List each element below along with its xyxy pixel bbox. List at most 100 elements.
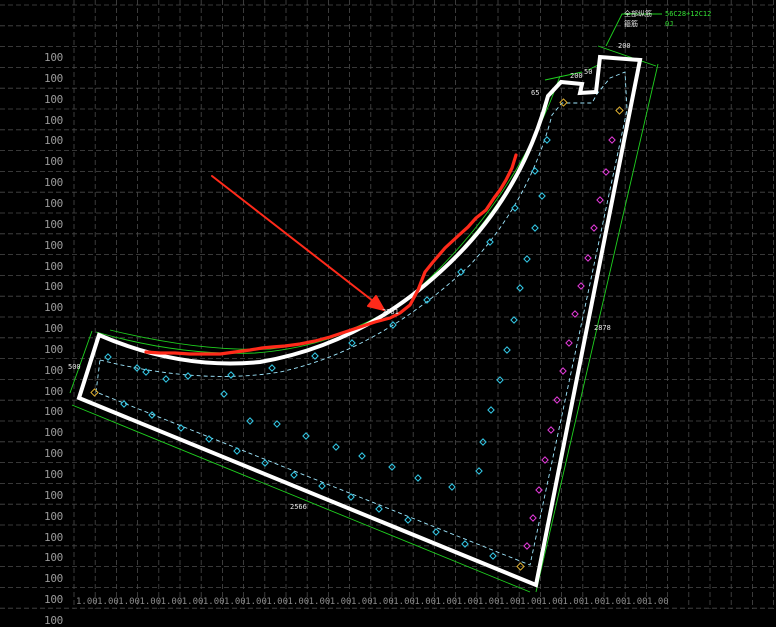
y-tick-label: 100 [44,468,63,481]
x-tick-label: 1.00 [266,597,289,607]
rebar-marker [531,224,539,232]
x-tick-label: 1.00 [308,597,331,607]
y-tick-label: 100 [44,593,63,607]
x-tick-label: 1.00 [287,597,310,607]
rebar-marker [414,474,422,482]
legend-row2-label: 箍筋 [624,20,638,28]
x-tick-label: 1.00 [118,597,140,607]
x-tick-label: 1.00 [139,597,162,607]
rebar-marker [571,310,579,318]
x-tick-label: 1.00 [224,597,246,607]
y-tick-label: 100 [44,238,63,252]
rebar-marker [547,426,555,434]
x-tick-label: 1.00 [202,597,225,607]
y-tick-label: 100 [44,259,63,273]
rebar-marker [227,371,235,379]
y-tick-label: 100 [44,71,63,85]
y-tick-label: 100 [44,342,63,356]
x-tick-label: 1.00 [329,597,352,607]
y-tick-label: 100 [44,155,63,169]
rebar-marker [523,255,531,263]
x-tick-label: 1.00 [160,597,183,607]
rebar-marker [432,528,440,536]
rebar-marker [516,284,524,292]
rebar-marker [104,353,112,361]
dim-left-edge: 500 [68,363,81,371]
rebar-marker [503,346,511,354]
y-tick-label: 100 [44,196,63,210]
rebar-marker [529,514,537,522]
x-tick-label: 1.00 [520,597,542,607]
y-tick-label: 100 [44,176,63,190]
dim-top-inner: 200 [570,72,583,80]
rebar-marker [565,339,573,347]
rebar-marker [205,435,213,443]
rebar-marker [559,367,567,375]
x-tick-label: 1.00 [372,597,394,607]
x-tick-label: 1.00 [456,597,479,607]
y-tick-label: 100 [44,51,63,64]
y-tick-label: 100 [44,113,63,127]
background-grid [0,0,776,609]
rebar-marker [404,516,412,524]
y-tick-label: 100 [44,530,63,544]
rebar-markers-corner [90,98,624,571]
x-tick-label: 1.00 [562,597,585,607]
corner-bar [559,98,568,107]
corner-bar [615,106,624,115]
rebar-marker [423,296,431,304]
x-tick-label: 1.00 [435,597,458,607]
y-tick-label: 100 [44,134,63,148]
x-tick-label: 1.00 [583,597,606,607]
rebar-marker [311,352,319,360]
rebar-marker [302,432,310,440]
x-tick-label: 1.00 [97,597,119,607]
y-tick-label: 100 [44,551,63,565]
x-tick-label: 1.00 [477,597,500,607]
rebar-marker [538,192,546,200]
x-tick-label: 1.00 [499,597,521,607]
rebar-marker [596,196,604,204]
dim-notch: 65 [531,89,540,97]
x-tick-label: 1.00 [76,597,98,607]
legend-row2-value: 0J [665,20,674,28]
dim-right-edge: 2878 [594,324,611,332]
rebar-marker [273,420,281,428]
rebar-marker [448,483,456,491]
y-tick-label: 100 [44,301,63,315]
y-tick-label: 100 [44,447,63,461]
y-tick-label: 100 [44,572,63,586]
rebar-markers-magenta [523,136,616,550]
dim-top-width: 200 [618,42,631,50]
rebar-marker [220,390,228,398]
annotation-arrow-shaft [211,175,383,309]
y-tick-label: 100 [44,322,63,336]
rebar-marker [358,452,366,460]
rebar-marker [177,424,185,432]
rebar-marker [290,471,298,479]
rebar-marker [268,364,276,372]
rebar-marker [510,316,518,324]
dimension-line-bottom [71,404,531,593]
x-tick-label: 1.00 [181,597,204,607]
x-tick-label: 1.00 [647,597,669,607]
dim-bottom-edge: 2566 [290,503,307,511]
stirrup-outline [95,71,628,566]
rebar-marker [541,456,549,464]
x-tick-label: 1.00 [541,597,563,607]
y-tick-label: 100 [44,426,63,440]
rebar-marker [535,486,543,494]
x-tick-label: 1.00 [393,597,415,607]
dim-top-small: 50 [584,68,593,76]
rebar-marker [375,505,383,513]
rebar-marker [487,406,495,414]
rebar-marker [332,443,340,451]
y-tick-label: 100 [44,280,63,294]
rebar-marker [608,136,616,144]
y-tick-label: 100 [44,509,63,523]
drawing-canvas[interactable] [0,0,776,609]
y-tick-label: 100 [44,384,63,398]
y-tick-label: 100 [44,363,63,377]
corner-bar [90,388,99,397]
rebar-marker [584,254,592,262]
